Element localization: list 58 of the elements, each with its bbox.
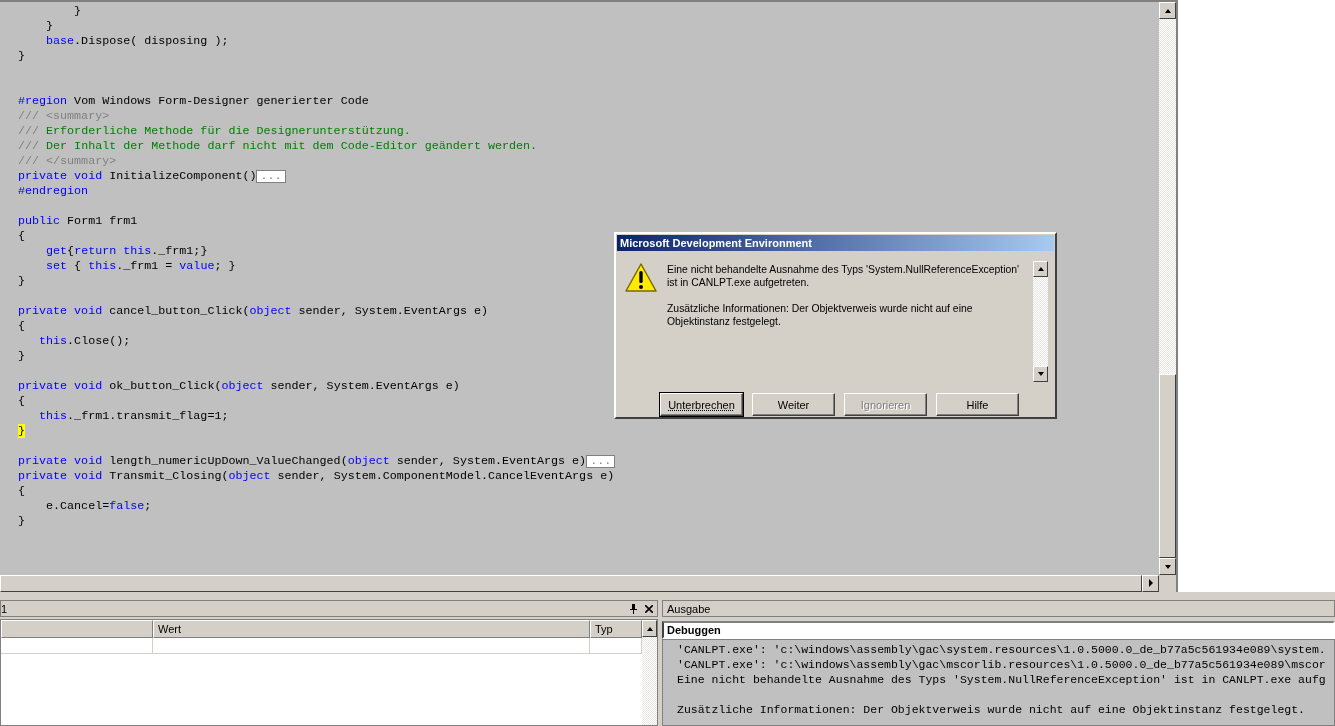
warning-icon xyxy=(625,263,657,293)
code-line: this._frm1.transmit_flag=1; xyxy=(38,409,229,424)
down-arrow-icon xyxy=(1036,371,1045,377)
code-line: base.Dispose( disposing ); xyxy=(45,34,229,49)
pin-icon[interactable] xyxy=(630,603,637,614)
output-line: Zusätzliche Informationen: Der Objektverweis wurde nicht auf eine Objektinstanz festgelegt. xyxy=(677,702,1306,717)
code-line: /// Erforderliche Methode für die Designerunterstützung. xyxy=(18,124,411,139)
down-arrow-icon xyxy=(1163,563,1172,570)
code-line: #endregion xyxy=(18,184,89,199)
collapsed-region-button[interactable]: ... xyxy=(586,455,616,468)
code-line: private void cancel_button_Click(object sender, System.EventArgs e) xyxy=(18,304,488,319)
code-line: { xyxy=(18,394,25,409)
code-line: /// <summary> xyxy=(18,109,110,124)
code-line: this.Close(); xyxy=(38,334,131,349)
output-line: Eine nicht behandelte Ausnahme des Typs 'System.NullReferenceException' ist in CANLPT.exe aufg xyxy=(677,672,1327,687)
code-line: } xyxy=(18,274,25,289)
column-header[interactable]: Typ xyxy=(590,620,642,638)
code-line: public Form1 frm1 xyxy=(18,214,138,229)
output-line: 'CANLPT.exe': 'c:\windows\assembly\gac\mscorlib.resources\1.0.5000.0_de_b77a5c561934e089\mscor xyxy=(677,657,1327,672)
column-header[interactable]: Wert xyxy=(153,620,590,638)
dialog-title: Microsoft Development Environment xyxy=(617,235,1054,251)
code-line: /// Der Inhalt der Methode darf nicht mit dem Code-Editor geändert werden. xyxy=(18,139,538,154)
vertical-scrollbar[interactable] xyxy=(1159,2,1176,575)
column-header[interactable] xyxy=(1,620,153,638)
code-line: } xyxy=(18,349,25,364)
code-line: } xyxy=(73,4,82,19)
right-arrow-icon xyxy=(1147,579,1154,588)
code-line: private void ok_button_Click(object sender, System.EventArgs e) xyxy=(18,379,460,394)
code-line: /// </summary> xyxy=(18,154,117,169)
code-line: } xyxy=(18,514,25,529)
vertical-scrollbar[interactable] xyxy=(1033,261,1048,382)
dialog-button[interactable]: Unterbrechen xyxy=(660,393,743,416)
dialog-button[interactable]: Weiter xyxy=(752,393,835,416)
code-line: } xyxy=(45,19,54,34)
panel-title: Ausgabe xyxy=(666,602,712,615)
code-line: set { this._frm1 = value; } xyxy=(45,259,236,274)
up-arrow-icon xyxy=(1163,7,1172,14)
code-line: { xyxy=(18,229,25,244)
code-line: { xyxy=(18,319,25,334)
code-line: e.Cancel=false; xyxy=(45,499,152,514)
collapsed-region-button[interactable]: ... xyxy=(256,170,286,183)
code-line: } xyxy=(18,49,25,64)
dialog-button[interactable]: Hilfe xyxy=(936,393,1019,416)
output-source-dropdown[interactable]: Debuggen xyxy=(662,621,1335,639)
error-message: Eine nicht behandelte Ausnahme des Typs 'System.NullReferenceException' ist in CANLPT.exe aufgetreten. xyxy=(667,263,1021,289)
panel-title: 1 xyxy=(1,602,9,615)
code-line: { xyxy=(18,484,25,499)
up-arrow-icon xyxy=(645,625,654,632)
code-line: get{return this._frm1;} xyxy=(45,244,208,259)
up-arrow-icon xyxy=(1036,266,1045,272)
code-line: private void length_numericUpDown_ValueChanged(object sender, System.EventArgs e) xyxy=(18,454,587,469)
error-message: Zusätzliche Informationen: Der Objektverweis wurde nicht auf eine Objektinstanz festgelegt. xyxy=(667,302,974,328)
close-icon[interactable] xyxy=(645,604,653,613)
output-line: 'CANLPT.exe': 'c:\windows\assembly\gac\system.resources\1.0.5000.0_de_b77a5c561934e089\system. xyxy=(677,642,1327,657)
vertical-scrollbar[interactable] xyxy=(642,620,657,725)
code-line: private void InitializeComponent() xyxy=(18,169,257,184)
code-line: #region Vom Windows Form-Designer generierter Code xyxy=(18,94,369,109)
code-line: private void Transmit_Closing(object sender, System.ComponentModel.CancelEventArgs e) xyxy=(18,469,615,484)
